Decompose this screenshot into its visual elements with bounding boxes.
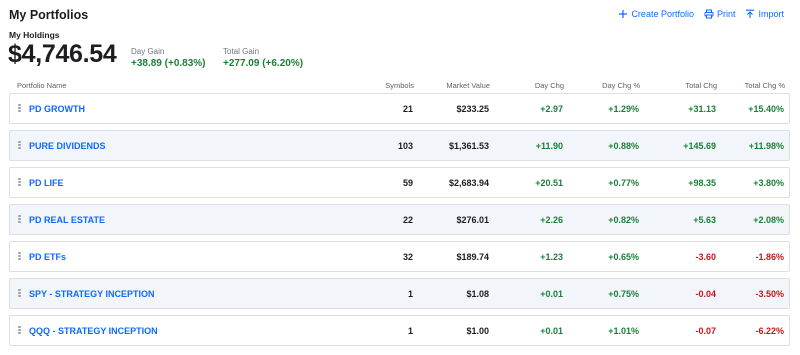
total-change: +98.35: [688, 178, 716, 188]
column-header-total-chg[interactable]: Total Chg: [685, 81, 717, 90]
column-header-total-chg-pct[interactable]: Total Chg %: [745, 81, 785, 90]
market-value: $1.08: [466, 289, 489, 299]
create-portfolio-label: Create Portfolio: [631, 9, 694, 19]
total-change-pct: +11.98%: [748, 141, 784, 151]
table-header: Portfolio Name Symbols Market Value Day …: [9, 80, 790, 92]
drag-handle-icon[interactable]: [18, 326, 22, 336]
import-label: Import: [758, 9, 784, 19]
day-change: +2.26: [540, 215, 563, 225]
total-gain-value: +277.09 (+6.20%): [223, 58, 304, 69]
total-change-pct: +3.80%: [753, 178, 784, 188]
print-label: Print: [716, 9, 736, 19]
day-change-pct: +0.82%: [608, 215, 639, 225]
symbol-count: 1: [407, 326, 413, 336]
column-header-market-value[interactable]: Market Value: [446, 81, 490, 90]
market-value: $1.00: [466, 326, 489, 336]
symbol-count: 103: [397, 141, 413, 151]
page-title: My Portfolios: [9, 8, 89, 22]
drag-handle-icon[interactable]: [18, 178, 22, 188]
market-value: $2,683.94: [448, 178, 489, 188]
day-change-pct: +1.01%: [608, 326, 639, 336]
symbol-count: 32: [402, 252, 413, 262]
day-change: +2.97: [540, 104, 563, 114]
column-header-day-chg-pct[interactable]: Day Chg %: [602, 81, 640, 90]
portfolio-name-link[interactable]: PD LIFE: [29, 178, 64, 188]
day-change-pct: +0.88%: [608, 141, 639, 151]
day-change: +20.51: [535, 178, 563, 188]
portfolio-name-link[interactable]: PD ETFs: [29, 252, 66, 262]
day-change: +0.01: [540, 289, 563, 299]
table-row[interactable]: PD ETFs 32 $189.74 +1.23 +0.65% -3.60 -1.86%: [9, 241, 790, 272]
import-icon: [746, 9, 755, 18]
total-change-pct: +15.40%: [748, 104, 784, 114]
table-row[interactable]: SPY - STRATEGY INCEPTION 1 $1.08 +0.01 +0.75…: [9, 278, 790, 309]
market-value: $1,361.53: [448, 141, 489, 151]
day-change: +11.90: [535, 141, 563, 151]
day-change-pct: +0.77%: [608, 178, 639, 188]
table-row[interactable]: PURE DIVIDENDS 103 $1,361.53 +11.90 +0.88% +1…: [9, 130, 790, 161]
column-header-portfolio-name[interactable]: Portfolio Name: [17, 81, 67, 90]
day-change-pct: +0.65%: [608, 252, 639, 262]
portfolio-name-link[interactable]: SPY - STRATEGY INCEPTION: [29, 289, 155, 299]
table-row[interactable]: PD REAL ESTATE 22 $276.01 +2.26 +0.82% +5.63 +…: [9, 204, 790, 235]
day-change: +0.01: [540, 326, 563, 336]
total-change: -3.60: [695, 252, 716, 262]
day-gain-value: +38.89 (+0.83%): [131, 58, 206, 69]
portfolios-table: Portfolio Name Symbols Market Value Day …: [9, 80, 790, 346]
table-row[interactable]: PD GROWTH 21 $233.25 +2.97 +1.29% +31.13 +15.4…: [9, 93, 790, 124]
total-change-pct: +2.08%: [753, 215, 784, 225]
column-header-day-chg[interactable]: Day Chg: [535, 81, 564, 90]
market-value: $189.74: [456, 252, 489, 262]
symbol-count: 1: [407, 289, 413, 299]
table-row[interactable]: QQQ - STRATEGY INCEPTION 1 $1.00 +0.01 +1.01…: [9, 315, 790, 346]
drag-handle-icon[interactable]: [18, 215, 22, 225]
column-header-symbols[interactable]: Symbols: [385, 81, 414, 90]
create-portfolio-button[interactable]: Create Portfolio: [618, 9, 694, 19]
symbol-count: 22: [402, 215, 413, 225]
total-change: +145.69: [683, 141, 716, 151]
portfolio-name-link[interactable]: PD REAL ESTATE: [29, 215, 105, 225]
day-gain: Day Gain +38.89 (+0.83%): [131, 47, 206, 69]
day-gain-label: Day Gain: [131, 47, 165, 56]
market-value: $233.25: [456, 104, 489, 114]
total-change-pct: -1.86%: [755, 252, 784, 262]
day-change: +1.23: [540, 252, 563, 262]
drag-handle-icon[interactable]: [18, 141, 22, 151]
portfolio-name-link[interactable]: PURE DIVIDENDS: [29, 141, 106, 151]
total-change-pct: -6.22%: [755, 326, 784, 336]
printer-icon: [704, 9, 714, 19]
print-button[interactable]: Print: [704, 9, 736, 19]
total-change: -0.07: [695, 326, 716, 336]
day-change-pct: +1.29%: [608, 104, 639, 114]
plus-icon: [619, 10, 628, 18]
total-change: +5.63: [693, 215, 716, 225]
total-change: -0.04: [695, 289, 716, 299]
total-change-pct: -3.50%: [755, 289, 784, 299]
header-actions: Create Portfolio Print Import: [618, 9, 784, 19]
symbol-count: 21: [402, 104, 413, 114]
drag-handle-icon[interactable]: [18, 289, 22, 299]
holdings-label: My Holdings: [9, 30, 60, 40]
portfolio-name-link[interactable]: QQQ - STRATEGY INCEPTION: [29, 326, 158, 336]
market-value: $276.01: [456, 215, 489, 225]
day-change-pct: +0.75%: [608, 289, 639, 299]
total-gain: Total Gain +277.09 (+6.20%): [223, 47, 303, 69]
drag-handle-icon[interactable]: [18, 252, 22, 262]
holdings-total-value: $4,746.54: [8, 40, 117, 68]
total-gain-label: Total Gain: [223, 47, 260, 56]
symbol-count: 59: [402, 178, 413, 188]
import-button[interactable]: Import: [745, 9, 784, 19]
table-row[interactable]: PD LIFE 59 $2,683.94 +20.51 +0.77% +98.35 +3.8…: [9, 167, 790, 198]
total-change: +31.13: [688, 104, 716, 114]
portfolio-name-link[interactable]: PD GROWTH: [29, 104, 85, 114]
drag-handle-icon[interactable]: [18, 104, 22, 114]
